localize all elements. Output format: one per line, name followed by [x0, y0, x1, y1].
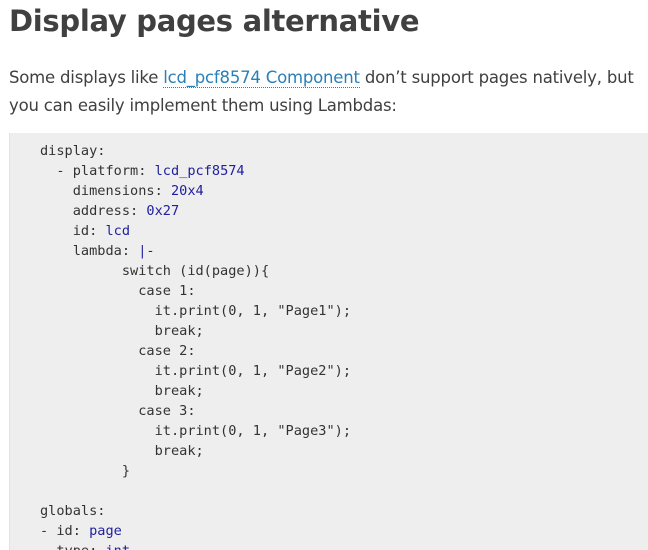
code-line: case 3: [40, 401, 196, 421]
intro-text-before: Some displays like [9, 68, 164, 87]
code-line: lambda: |- [40, 241, 155, 261]
code-token: - [40, 523, 57, 539]
code-token: lcd [105, 223, 131, 239]
code-line: - id: page [40, 521, 122, 541]
code-line: switch (id(page)){ [40, 261, 269, 281]
code-line: case 1: [40, 281, 196, 301]
code-token: case 3: [40, 403, 196, 419]
code-line: display: [40, 141, 105, 161]
code-token: platform: [72, 163, 155, 179]
code-token: int [105, 543, 130, 550]
code-token: 0x27 [146, 203, 180, 219]
code-token: case 1: [40, 283, 196, 299]
code-token: type: [40, 543, 105, 550]
code-token: id: [40, 223, 106, 239]
code-token: 20x4 [170, 183, 204, 199]
code-token: lcd_pcf8574 [154, 163, 245, 179]
code-token: |- [138, 243, 155, 259]
code-token: break; [40, 443, 204, 459]
code-token: case 2: [40, 343, 196, 359]
code-line: case 2: [40, 341, 196, 361]
code-line: it.print(0, 1, "Page2"); [40, 361, 351, 381]
code-line: } [40, 461, 130, 481]
code-token: - [40, 163, 73, 179]
yaml-code-block: display: - platform: lcd_pcf8574 dimensi… [9, 133, 648, 550]
code-token: break; [40, 323, 204, 339]
code-token: page [89, 523, 122, 539]
code-token: switch (id(page)){ [40, 263, 270, 279]
code-line: it.print(0, 1, "Page1"); [40, 301, 351, 321]
code-token: break; [40, 383, 204, 399]
code-token: dimensions: [40, 183, 171, 199]
intro-paragraph: Some displays like lcd_pcf8574 Component… [9, 64, 648, 120]
code-token: it.print(0, 1, "Page2"); [40, 363, 351, 379]
code-token: display: [40, 143, 106, 159]
code-token: globals: [40, 503, 106, 519]
code-token: id: [56, 523, 90, 539]
code-line: break; [40, 381, 204, 401]
code-token: address: [40, 203, 147, 219]
code-line: - platform: lcd_pcf8574 [40, 161, 245, 181]
code-token: lambda: [40, 243, 139, 259]
code-line: break; [40, 441, 204, 461]
code-line: break; [40, 321, 204, 341]
code-line: address: 0x27 [40, 201, 179, 221]
code-line: it.print(0, 1, "Page3"); [40, 421, 351, 441]
code-line: type: int [40, 541, 130, 550]
code-token: it.print(0, 1, "Page1"); [40, 303, 351, 319]
code-token: } [40, 463, 131, 479]
section-heading: Display pages alternative [9, 4, 420, 38]
code-line: globals: [40, 501, 105, 521]
code-token: it.print(0, 1, "Page3"); [40, 423, 351, 439]
code-line: dimensions: 20x4 [40, 181, 204, 201]
code-line: id: lcd [40, 221, 130, 241]
lcd-pcf8574-component-link[interactable]: lcd_pcf8574 Component [163, 68, 360, 88]
